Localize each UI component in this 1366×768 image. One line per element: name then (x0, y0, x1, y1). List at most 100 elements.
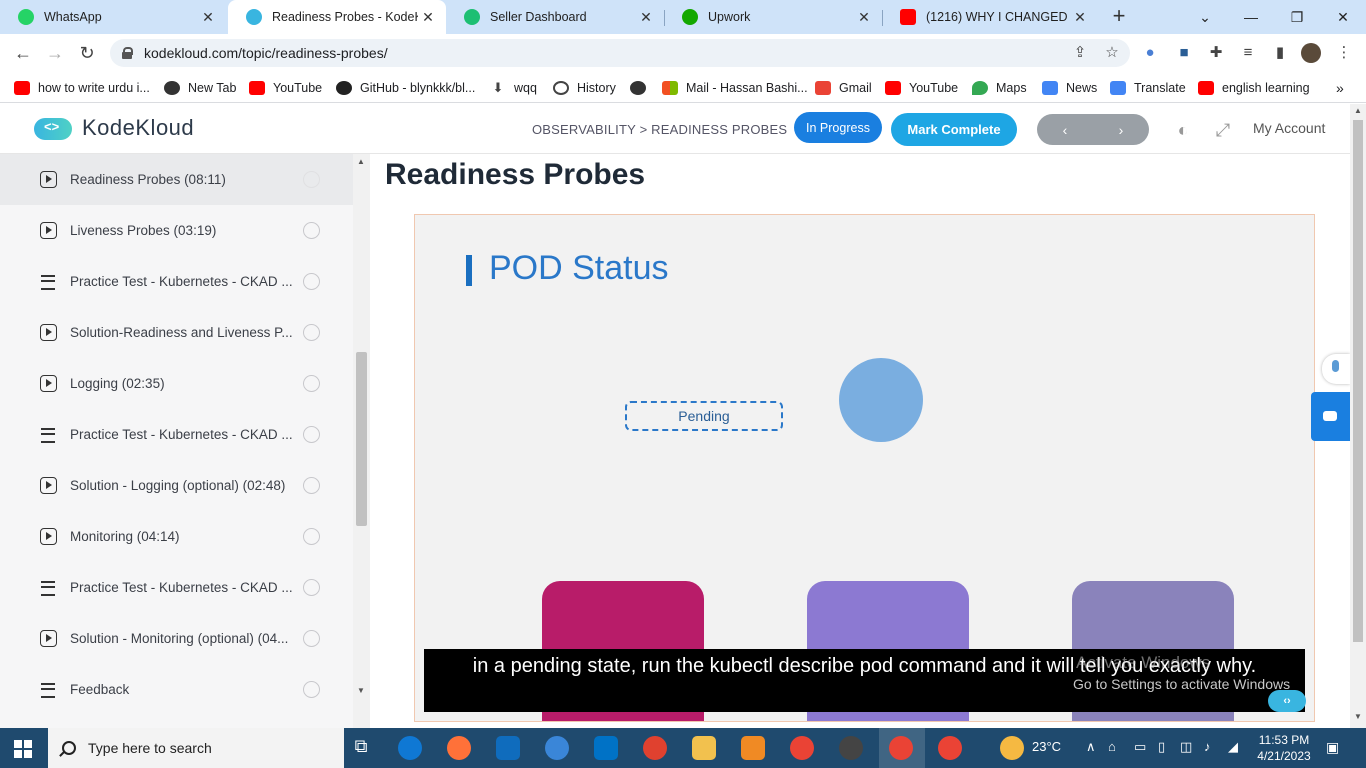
tray-display-icon[interactable]: ▭ (1134, 739, 1146, 755)
download-extension-icon[interactable]: ■ (1174, 43, 1194, 63)
mic-extension-icon[interactable]: ● (1140, 43, 1160, 63)
mail-icon[interactable] (594, 736, 618, 760)
back-icon[interactable]: ← (10, 41, 36, 65)
taskbar-clock[interactable]: 11:53 PM 4/21/2023 (1254, 732, 1314, 764)
tray-network-icon[interactable]: ⌂ (1108, 739, 1116, 754)
lesson-item[interactable]: Practice Test - Kubernetes - CKAD ... (0, 562, 353, 613)
bookmark-item[interactable]: New Tab (164, 78, 236, 98)
close-tab-icon[interactable]: ✕ (636, 9, 656, 26)
media-icon[interactable]: ≡ (1238, 43, 1258, 63)
profile-avatar[interactable] (1301, 43, 1321, 63)
scroll-up-icon[interactable]: ▲ (1354, 106, 1362, 115)
lesson-item[interactable]: Solution - Monitoring (optional) (04... (0, 613, 353, 664)
dark-mode-icon[interactable]: ◐ (1171, 118, 1195, 142)
close-tab-icon[interactable]: ✕ (418, 9, 438, 26)
chrome-profile-h-icon[interactable] (938, 736, 962, 760)
my-account-link[interactable]: My Account (1253, 120, 1325, 136)
weather-icon[interactable] (1000, 736, 1024, 760)
completion-circle-icon[interactable] (303, 681, 320, 698)
tray-chevron-icon[interactable]: ∧ (1086, 739, 1096, 755)
extensions-icon[interactable]: ✚ (1206, 43, 1226, 63)
completion-circle-icon[interactable] (303, 171, 320, 188)
mic-widget-icon[interactable] (1322, 354, 1350, 384)
completion-circle-icon[interactable] (303, 375, 320, 392)
bookmark-item[interactable]: YouTube (885, 78, 958, 98)
lesson-item[interactable]: Readiness Probes (08:11) (0, 154, 353, 205)
tab-kodekloud[interactable]: Readiness Probes - KodeKlou ✕ (228, 0, 446, 34)
scrollbar-thumb[interactable] (1353, 120, 1363, 642)
bookmark-item[interactable] (630, 78, 654, 98)
lesson-item[interactable]: Practice Test - Kubernetes - CKAD ... (0, 256, 353, 307)
new-tab-button[interactable]: + (1108, 5, 1130, 28)
edge-icon[interactable] (398, 736, 422, 760)
bookmark-item[interactable]: History (553, 78, 616, 98)
completion-circle-icon[interactable] (303, 528, 320, 545)
tab-youtube[interactable]: (1216) WHY I CHANGED MY ✕ (882, 0, 1098, 34)
bookmark-item[interactable]: Mail - Hassan Bashi... (662, 78, 808, 98)
completion-circle-icon[interactable] (303, 222, 320, 239)
firefox-icon[interactable] (447, 736, 471, 760)
bookmark-item[interactable]: english learning (1198, 78, 1310, 98)
bookmark-item[interactable]: Translate (1110, 78, 1186, 98)
wifi-icon[interactable]: ◢ (1228, 739, 1238, 755)
kodekloud-badge-icon[interactable]: ‹› (1268, 690, 1306, 712)
video-player[interactable]: POD Status Pending (414, 214, 1315, 722)
mark-complete-button[interactable]: Mark Complete (891, 113, 1017, 146)
lesson-item[interactable]: Solution - Logging (optional) (02:48) (0, 460, 353, 511)
completion-circle-icon[interactable] (303, 426, 320, 443)
store-icon[interactable] (496, 736, 520, 760)
taskbar-search[interactable]: Type here to search (48, 728, 344, 768)
bookmark-item[interactable]: Maps (972, 78, 1027, 98)
bookmark-item[interactable]: GitHub - blynkkk/bl... (336, 78, 475, 98)
more-bookmarks-icon[interactable]: » (1336, 78, 1344, 98)
camera-icon[interactable] (839, 736, 863, 760)
kodekloud-logo[interactable]: KodeKloud (34, 114, 194, 142)
bookmark-item[interactable]: News (1042, 78, 1097, 98)
app-icon[interactable] (643, 736, 667, 760)
completion-circle-icon[interactable] (303, 477, 320, 494)
completion-circle-icon[interactable] (303, 324, 320, 341)
close-window-button[interactable]: ✕ (1320, 0, 1366, 34)
tray-battery-icon[interactable]: ▯ (1158, 739, 1165, 755)
completion-circle-icon[interactable] (303, 579, 320, 596)
completion-circle-icon[interactable] (303, 630, 320, 647)
menu-icon[interactable]: ⋮ (1334, 43, 1354, 63)
task-view-icon[interactable]: ⧉ (349, 736, 373, 760)
completion-circle-icon[interactable] (303, 273, 320, 290)
tab-whatsapp[interactable]: WhatsApp ✕ (0, 0, 226, 34)
lesson-item[interactable]: Monitoring (04:14) (0, 511, 353, 562)
scroll-up-icon[interactable]: ▲ (357, 157, 365, 166)
next-lesson-button[interactable]: › (1093, 114, 1149, 145)
sidebar-scrollbar[interactable]: ▲ ▼ (353, 154, 370, 728)
close-tab-icon[interactable]: ✕ (198, 9, 218, 26)
address-bar[interactable]: kodekloud.com/topic/readiness-probes/ (110, 39, 1130, 67)
chrome-profile-icon[interactable] (889, 736, 913, 760)
bookmark-item[interactable]: YouTube (249, 78, 322, 98)
scroll-down-icon[interactable]: ▼ (357, 686, 365, 695)
restore-button[interactable]: ❐ (1274, 0, 1320, 34)
tab-upwork[interactable]: Upwork ✕ (664, 0, 882, 34)
side-panel-icon[interactable]: ▮ (1270, 43, 1290, 63)
lesson-item[interactable]: Practice Test - Kubernetes - CKAD ... (0, 409, 353, 460)
in-progress-badge[interactable]: In Progress (794, 112, 882, 143)
page-scrollbar[interactable]: ▲ ▼ (1350, 104, 1366, 728)
windows-start-icon[interactable] (14, 740, 32, 758)
lesson-item[interactable]: Solution-Readiness and Liveness P... (0, 307, 353, 358)
file-explorer-icon[interactable] (692, 736, 716, 760)
minimize-button[interactable]: — (1228, 0, 1274, 34)
reload-icon[interactable]: ↻ (74, 41, 100, 65)
bookmark-item[interactable]: how to write urdu i... (14, 78, 150, 98)
scroll-down-icon[interactable]: ▼ (1354, 712, 1362, 721)
skype-icon[interactable] (545, 736, 569, 760)
share-icon[interactable]: ⇪ (1070, 43, 1090, 63)
volume-icon[interactable]: ♪ (1204, 739, 1211, 754)
bookmark-item[interactable]: ⬇ wqq (490, 78, 537, 98)
lesson-item[interactable]: Feedback (0, 664, 353, 715)
forward-icon[interactable]: → (42, 41, 68, 65)
bookmark-item[interactable]: Gmail (815, 78, 872, 98)
lesson-item[interactable]: Logging (02:35) (0, 358, 353, 409)
chat-widget-icon[interactable] (1311, 392, 1350, 441)
tray-bluetooth-icon[interactable]: ◫ (1180, 739, 1192, 755)
bookmark-star-icon[interactable]: ☆ (1102, 43, 1122, 63)
close-tab-icon[interactable]: ✕ (1070, 9, 1090, 26)
